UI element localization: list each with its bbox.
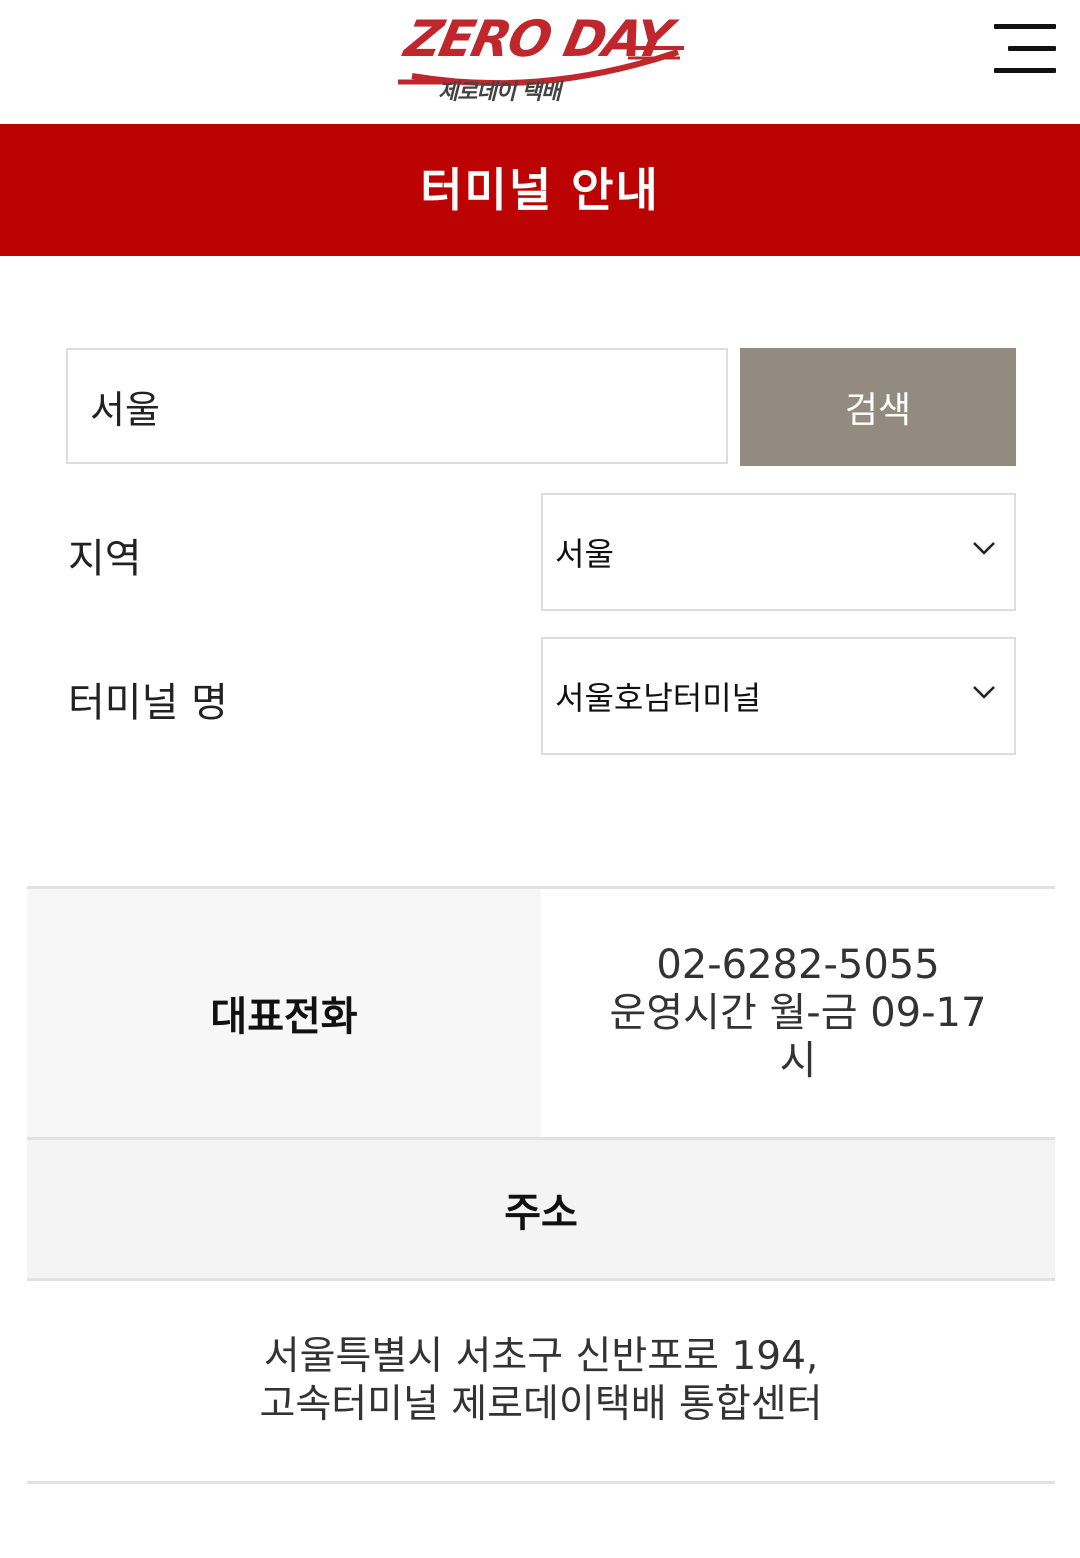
address-line-2: 고속터미널 제로데이택배 통합센터 <box>259 1382 823 1427</box>
region-label: 지역 <box>68 536 142 582</box>
phone-label: 대표전화 <box>27 889 541 1137</box>
logo-wordmark: ZERO DAY <box>399 10 676 68</box>
chevron-down-icon <box>973 686 995 699</box>
zero-day-logo[interactable]: ZERO DAY 제로데이 택배 <box>392 8 688 108</box>
terminal-select[interactable]: 서울호남터미널 <box>541 637 1016 755</box>
phone-info: 02-6282-5055 운영시간 월-금 09-17시 <box>541 889 1055 1137</box>
address-label: 주소 <box>27 1140 1055 1278</box>
terminal-name-label: 터미널 명 <box>68 680 228 726</box>
operating-hours: 운영시간 월-금 09-17시 <box>609 990 987 1084</box>
chevron-down-icon <box>973 542 995 555</box>
phone-number[interactable]: 02-6282-5055 <box>656 941 939 989</box>
search-input-value: 서울 <box>90 387 160 432</box>
address-value: 서울특별시 서초구 신반포로 194, 고속터미널 제로데이택배 통합센터 <box>27 1281 1055 1481</box>
logo-subtext: 제로데이 택배 <box>438 80 561 105</box>
address-line-1: 서울특별시 서초구 신반포로 194, <box>263 1334 819 1379</box>
header: ZERO DAY 제로데이 택배 <box>0 0 1080 124</box>
search-input[interactable]: 서울 <box>66 348 728 464</box>
search-button[interactable]: 검색 <box>740 348 1016 466</box>
terminal-select-value: 서울호남터미널 <box>555 679 762 717</box>
region-select[interactable]: 서울 <box>541 493 1016 611</box>
page-title-banner: 터미널 안내 <box>0 124 1080 256</box>
divider <box>27 1481 1055 1484</box>
region-select-value: 서울 <box>555 535 614 573</box>
hamburger-menu-icon[interactable] <box>992 24 1056 76</box>
